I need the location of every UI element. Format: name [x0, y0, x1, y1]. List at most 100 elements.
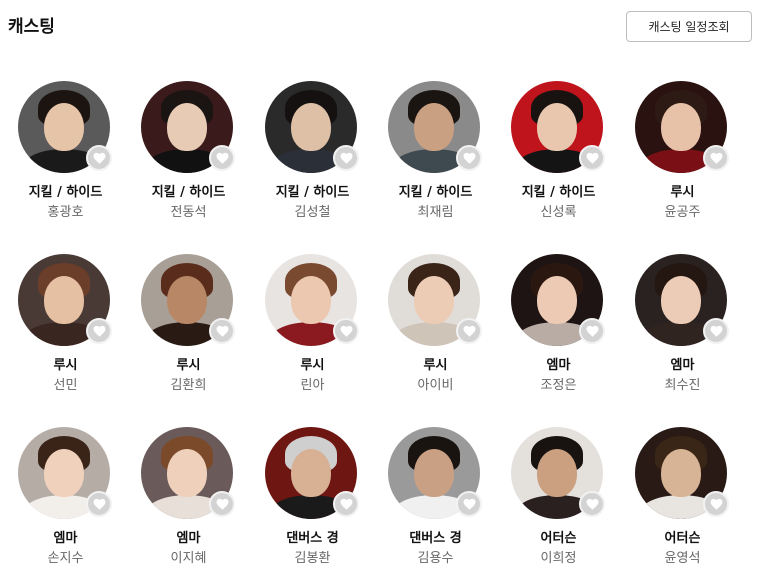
heart-icon [710, 152, 722, 164]
like-button[interactable] [579, 145, 605, 171]
like-button[interactable] [333, 491, 359, 517]
photo-face [44, 103, 84, 152]
cast-card[interactable]: 지킬 / 하이드신성록 [497, 81, 620, 241]
actor-name: 김성철 [294, 205, 331, 220]
heart-icon [586, 498, 598, 510]
heart-icon [463, 152, 475, 164]
heart-icon [463, 325, 475, 337]
actor-name: 이희정 [540, 551, 577, 566]
actor-name: 전동석 [170, 205, 207, 220]
like-button[interactable] [333, 318, 359, 344]
actor-name: 최수진 [664, 378, 701, 393]
photo-face [414, 449, 454, 498]
actor-name: 이지혜 [170, 551, 207, 566]
heart-icon [710, 325, 722, 337]
cast-role: 엠마 [546, 358, 571, 373]
heart-icon [216, 325, 228, 337]
actor-name: 김용수 [417, 551, 454, 566]
cast-card[interactable]: 지킬 / 하이드전동석 [127, 81, 250, 241]
photo-face [661, 276, 701, 325]
like-button[interactable] [703, 491, 729, 517]
like-button[interactable] [456, 491, 482, 517]
like-button[interactable] [579, 491, 605, 517]
cast-card[interactable]: 댄버스 경 김용수 [374, 427, 497, 587]
cast-role: 루시 [423, 358, 448, 373]
cast-role: 엠마 [53, 531, 78, 546]
heart-icon [463, 498, 475, 510]
like-button[interactable] [456, 318, 482, 344]
photo-face [167, 103, 207, 152]
cast-role: 루시 [300, 358, 325, 373]
photo-face [291, 276, 331, 325]
cast-role: 지킬 / 하이드 [398, 185, 473, 200]
cast-card[interactable]: 지킬 / 하이드홍광호 [4, 81, 127, 241]
actor-name: 린아 [300, 378, 325, 393]
cast-role: 엠마 [176, 531, 201, 546]
cast-role: 루시 [670, 185, 695, 200]
photo-face [414, 103, 454, 152]
heart-icon [93, 498, 105, 510]
actor-name: 윤영석 [664, 551, 701, 566]
heart-icon [340, 498, 352, 510]
like-button[interactable] [209, 491, 235, 517]
cast-card[interactable]: 지킬 / 하이드 최재림 [374, 81, 497, 241]
cast-card[interactable]: 지킬 / 하이드김성철 [251, 81, 374, 241]
actor-name: 조정은 [540, 378, 577, 393]
actor-name: 손지수 [47, 551, 84, 566]
like-button[interactable] [86, 491, 112, 517]
cast-card[interactable]: 루시린아 [251, 254, 374, 414]
cast-card[interactable]: 엠마조정은 [497, 254, 620, 414]
like-button[interactable] [209, 145, 235, 171]
actor-name: 신성록 [540, 205, 577, 220]
like-button[interactable] [703, 145, 729, 171]
cast-card[interactable]: 어터슨윤영석 [621, 427, 744, 587]
like-button[interactable] [333, 145, 359, 171]
cast-role: 루시 [176, 358, 201, 373]
like-button[interactable] [456, 145, 482, 171]
cast-card[interactable]: 엠마 최수진 [621, 254, 744, 414]
actor-name: 김봉환 [294, 551, 331, 566]
photo-face [167, 276, 207, 325]
cast-role: 지킬 / 하이드 [275, 185, 350, 200]
like-button[interactable] [86, 145, 112, 171]
heart-icon [340, 325, 352, 337]
photo-face [537, 276, 577, 325]
cast-card[interactable]: 엠마손지수 [4, 427, 127, 587]
actor-name: 아이비 [417, 378, 454, 393]
heart-icon [586, 325, 598, 337]
cast-card[interactable]: 루시아이비 [374, 254, 497, 414]
cast-role: 루시 [53, 358, 78, 373]
cast-role: 지킬 / 하이드 [521, 185, 596, 200]
heart-icon [586, 152, 598, 164]
heart-icon [710, 498, 722, 510]
cast-card[interactable]: 루시 김환희 [127, 254, 250, 414]
cast-role: 어터슨 [540, 531, 577, 546]
cast-card[interactable]: 엠마이지혜 [127, 427, 250, 587]
photo-face [167, 449, 207, 498]
heart-icon [93, 325, 105, 337]
heart-icon [93, 152, 105, 164]
like-button[interactable] [209, 318, 235, 344]
like-button[interactable] [86, 318, 112, 344]
like-button[interactable] [703, 318, 729, 344]
photo-face [291, 103, 331, 152]
cast-card[interactable]: 어터슨이희정 [497, 427, 620, 587]
cast-role: 댄버스 경 [286, 531, 339, 546]
cast-role: 지킬 / 하이드 [28, 185, 103, 200]
cast-role: 지킬 / 하이드 [151, 185, 226, 200]
photo-face [44, 276, 84, 325]
cast-grid: 지킬 / 하이드 홍광호 지킬 / 하이드 전동석 지킬 / 하이드 김성철 지킬 / 하이… [0, 0, 759, 573]
photo-face [661, 449, 701, 498]
cast-card[interactable]: 루시 윤공주 [621, 81, 744, 241]
heart-icon [216, 152, 228, 164]
photo-face [537, 103, 577, 152]
like-button[interactable] [579, 318, 605, 344]
photo-face [44, 449, 84, 498]
actor-name: 선민 [53, 378, 78, 393]
actor-name: 홍광호 [47, 205, 84, 220]
cast-card[interactable]: 루시선민 [4, 254, 127, 414]
photo-face [291, 449, 331, 498]
heart-icon [216, 498, 228, 510]
cast-card[interactable]: 댄버스 경김봉환 [251, 427, 374, 587]
cast-role: 어터슨 [664, 531, 701, 546]
